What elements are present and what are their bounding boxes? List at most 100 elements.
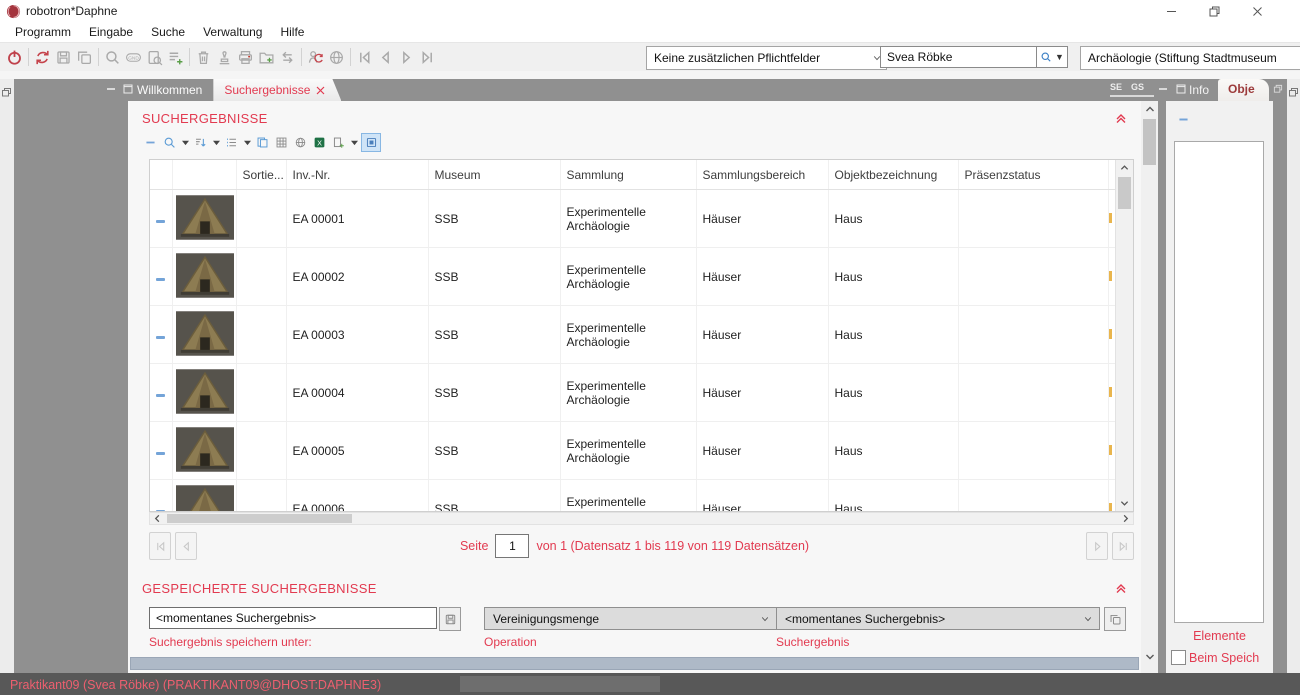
dock-minimize-icon[interactable]: [106, 83, 116, 97]
tab-objekte[interactable]: Obje: [1218, 79, 1269, 101]
suchergebnis-dropdown[interactable]: <momentanes Suchergebnis>: [776, 607, 1100, 630]
content-minimize-icon[interactable]: [1158, 83, 1168, 97]
tab-info[interactable]: Info: [1180, 79, 1218, 101]
dropdown-caret-icon[interactable]: [242, 134, 252, 150]
object-thumbnail[interactable]: [176, 485, 234, 513]
gallery-icon[interactable]: [361, 133, 381, 152]
collapse-row-icon[interactable]: [156, 336, 165, 339]
collapse-section-icon[interactable]: [1115, 582, 1127, 597]
collapse-row-icon[interactable]: [156, 394, 165, 397]
previous-page-button[interactable]: [175, 532, 197, 560]
menu-programm[interactable]: Programm: [6, 22, 80, 42]
collapse-row-icon[interactable]: [156, 278, 165, 281]
export-icon[interactable]: [330, 134, 347, 150]
dock-window-icon[interactable]: [1288, 87, 1299, 101]
collapse-row-icon[interactable]: [156, 220, 165, 223]
pflichtfelder-dropdown[interactable]: Keine zusätzlichen Pflichtfelder: [646, 46, 887, 70]
globe-icon[interactable]: [292, 134, 309, 150]
stamp-icon[interactable]: [214, 47, 235, 68]
minimize-button[interactable]: [1150, 0, 1193, 22]
trash-icon[interactable]: [193, 47, 214, 68]
user-refresh-icon[interactable]: [305, 47, 326, 68]
first-page-button[interactable]: [149, 532, 171, 560]
folder-add-icon[interactable]: [256, 47, 277, 68]
col-museum[interactable]: Museum: [428, 160, 560, 190]
table-vertical-scrollbar[interactable]: [1115, 160, 1133, 511]
pages-icon[interactable]: [254, 134, 271, 150]
save-search-input[interactable]: [149, 607, 437, 629]
col-sortierung[interactable]: Sortie...: [236, 160, 286, 190]
elemente-listbox[interactable]: [1174, 141, 1264, 623]
last-page-button[interactable]: [1112, 532, 1134, 560]
copy-icon[interactable]: [74, 47, 95, 68]
efresh-icon[interactable]: [32, 47, 53, 68]
table-row[interactable]: EA 00005 SSB Experimentelle Archäologie …: [150, 422, 1116, 480]
table-row[interactable]: EA 00004 SSB Experimentelle Archäologie …: [150, 364, 1116, 422]
grid-icon[interactable]: [273, 134, 290, 150]
next-page-button[interactable]: [1086, 532, 1108, 560]
dock-window-icon[interactable]: [1, 87, 12, 101]
table-row[interactable]: EA 00006 SSB Experimentelle Archäologie …: [150, 480, 1116, 513]
menu-hilfe[interactable]: Hilfe: [271, 22, 313, 42]
scroll-right-icon[interactable]: [1118, 513, 1133, 524]
collapse-section-icon[interactable]: [1115, 112, 1127, 127]
restore-button[interactable]: [1193, 0, 1236, 22]
scrollbar-thumb[interactable]: [1143, 119, 1156, 165]
globe-icon[interactable]: [326, 47, 347, 68]
col-objektbezeichnung[interactable]: Objektbezeichnung: [828, 160, 958, 190]
dropdown-caret-icon[interactable]: [349, 134, 359, 150]
save-search-button[interactable]: [439, 607, 461, 631]
save-icon[interactable]: [53, 47, 74, 68]
table-horizontal-scrollbar[interactable]: [149, 512, 1134, 525]
page-number-input[interactable]: [495, 534, 529, 558]
operation-dropdown[interactable]: Vereinigungsmenge: [484, 607, 777, 630]
object-thumbnail[interactable]: [176, 195, 234, 240]
filter-icon[interactable]: [161, 134, 178, 150]
menu-eingabe[interactable]: Eingabe: [80, 22, 142, 42]
content-vertical-scrollbar[interactable]: [1141, 101, 1158, 673]
swap-icon[interactable]: [277, 47, 298, 68]
scroll-left-icon[interactable]: [150, 513, 165, 524]
col-sammlung[interactable]: Sammlung: [560, 160, 696, 190]
beim-speichern-checkbox[interactable]: [1171, 650, 1186, 665]
context-dropdown[interactable]: Archäologie (Stiftung Stadtmuseum: [1080, 46, 1300, 70]
sort-icon[interactable]: [192, 134, 209, 150]
object-thumbnail[interactable]: [176, 427, 234, 472]
scroll-up-icon[interactable]: [1141, 101, 1158, 117]
search-icon[interactable]: [102, 47, 123, 68]
combine-results-button[interactable]: [1104, 607, 1126, 631]
collapse-row-icon[interactable]: [156, 452, 165, 455]
scrollbar-thumb[interactable]: [1118, 177, 1131, 209]
nav-prev-icon[interactable]: [375, 47, 396, 68]
col-praesenzstatus[interactable]: Präsenzstatus: [958, 160, 1108, 190]
power-icon[interactable]: [4, 47, 25, 68]
tab-close-icon[interactable]: [316, 86, 325, 95]
gnd-icon[interactable]: GND: [123, 47, 144, 68]
excel-icon[interactable]: X: [311, 134, 328, 150]
scroll-up-icon[interactable]: [1116, 160, 1132, 175]
object-thumbnail[interactable]: [176, 311, 234, 356]
search-page-icon[interactable]: [144, 47, 165, 68]
menu-suche[interactable]: Suche: [142, 22, 194, 42]
tab-suchergebnisse[interactable]: Suchergebnisse: [213, 79, 341, 101]
anchor-se[interactable]: SE: [1110, 82, 1122, 92]
dropdown-caret-icon[interactable]: [211, 134, 221, 150]
panel-options-icon[interactable]: [1273, 83, 1283, 97]
scrollbar-thumb[interactable]: [167, 514, 352, 523]
nav-first-icon[interactable]: [354, 47, 375, 68]
scroll-down-icon[interactable]: [1141, 649, 1158, 665]
object-thumbnail[interactable]: [176, 253, 234, 298]
nav-last-icon[interactable]: [417, 47, 438, 68]
search-split-button[interactable]: ▼: [1036, 46, 1068, 68]
col-sammlungsbereich[interactable]: Sammlungsbereich: [696, 160, 828, 190]
anchor-gs[interactable]: GS: [1131, 82, 1144, 92]
printer-icon[interactable]: [235, 47, 256, 68]
dropdown-caret-icon[interactable]: [180, 134, 190, 150]
user-search-input[interactable]: [880, 46, 1037, 68]
content-horizontal-scrollbar[interactable]: [130, 657, 1139, 670]
tab-willkommen[interactable]: Willkommen: [126, 79, 213, 101]
nav-next-icon[interactable]: [396, 47, 417, 68]
menu-verwaltung[interactable]: Verwaltung: [194, 22, 271, 42]
table-row[interactable]: EA 00002 SSB Experimentelle Archäologie …: [150, 248, 1116, 306]
minus-icon[interactable]: [142, 134, 159, 150]
